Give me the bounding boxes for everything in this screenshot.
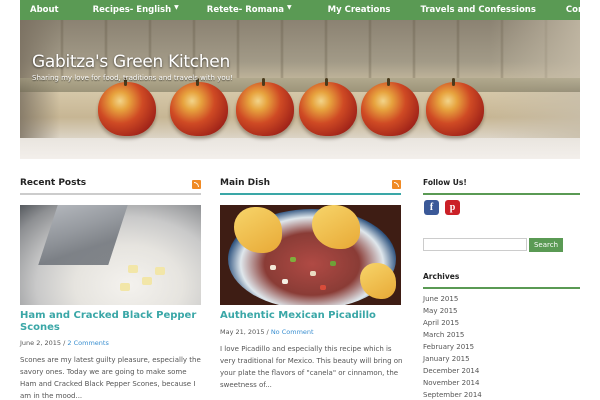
nav-label: Travels and Confessions xyxy=(420,5,536,15)
recent-posts-heading: Recent Posts xyxy=(20,178,87,188)
post-title-link[interactable]: Authentic Mexican Picadillo xyxy=(220,310,401,322)
site-tagline: Sharing my love for food, traditions and… xyxy=(32,74,233,82)
apple-image xyxy=(299,78,357,136)
apple-image xyxy=(98,78,156,136)
archive-link[interactable]: January 2015 xyxy=(423,355,470,363)
rss-icon[interactable] xyxy=(392,180,401,189)
nav-item-travels[interactable]: Travels and Confessions xyxy=(410,0,545,20)
comments-link[interactable]: No Comment xyxy=(271,328,314,336)
divider xyxy=(423,193,580,195)
pinterest-icon[interactable]: p xyxy=(445,200,460,215)
archive-link[interactable]: December 2014 xyxy=(423,367,479,375)
comments-link[interactable]: 2 Comments xyxy=(67,339,108,347)
post-title-link[interactable]: Ham and Cracked Black Pepper Scones xyxy=(20,310,201,334)
archives-heading: Archives xyxy=(423,272,460,281)
archive-link[interactable]: February 2015 xyxy=(423,343,474,351)
search-input[interactable] xyxy=(423,238,527,251)
food-bit xyxy=(290,257,296,262)
archive-link[interactable]: June 2015 xyxy=(423,295,458,303)
post-meta: May 21, 2015 / No Comment xyxy=(220,328,314,336)
follow-heading: Follow Us! xyxy=(423,178,467,187)
food-bit xyxy=(310,271,316,276)
post-date: June 2, 2015 xyxy=(20,339,62,347)
rss-icon[interactable] xyxy=(192,180,201,189)
post-meta: June 2, 2015 / 2 Comments xyxy=(20,339,109,347)
archive-link[interactable]: April 2015 xyxy=(423,319,459,327)
nav-item-my-creations[interactable]: My Creations xyxy=(318,0,401,20)
site-title[interactable]: Gabitza's Green Kitchen xyxy=(32,52,230,72)
apple-image xyxy=(426,78,484,136)
nav-label: Retete- Romana xyxy=(206,5,285,15)
post-excerpt: Scones are my latest guilty pleasure, es… xyxy=(20,356,201,400)
butter-cube xyxy=(128,265,138,273)
nav-label: My Creations xyxy=(327,5,391,15)
archive-link[interactable]: May 2015 xyxy=(423,307,458,315)
pastry-cutter xyxy=(38,205,128,265)
food-bit xyxy=(282,279,288,284)
post-excerpt: I love Picadillo and especially this rec… xyxy=(220,345,403,389)
apple-image xyxy=(236,78,294,136)
food-bit xyxy=(270,265,276,270)
butter-cube xyxy=(155,267,165,275)
apple-image xyxy=(361,78,419,136)
meta-separator: / xyxy=(266,328,269,336)
main-nav: About Recipes- English ▼ Retete- Romana ▼ … xyxy=(20,0,600,20)
nav-item-about[interactable]: About xyxy=(20,0,69,20)
header-banner[interactable]: Gabitza's Green Kitchen Sharing my love … xyxy=(20,20,580,159)
divider xyxy=(20,193,201,195)
meta-separator: / xyxy=(63,339,66,347)
post-thumbnail[interactable] xyxy=(220,205,401,305)
post-date: May 21, 2015 xyxy=(220,328,265,336)
nav-item-contact[interactable]: Contact xyxy=(556,0,600,20)
nav-label: About xyxy=(30,5,59,15)
main-dish-heading: Main Dish xyxy=(220,178,270,188)
apple-image xyxy=(170,78,228,136)
food-bit xyxy=(330,261,336,266)
butter-cube xyxy=(120,283,130,291)
divider xyxy=(220,193,401,195)
nav-label: Recipes- English xyxy=(92,5,172,15)
facebook-icon[interactable]: f xyxy=(424,200,439,215)
food-bit xyxy=(320,285,326,290)
archive-link[interactable]: November 2014 xyxy=(423,379,479,387)
butter-cube xyxy=(142,277,152,285)
post-thumbnail[interactable] xyxy=(20,205,201,305)
nav-label: Contact xyxy=(565,5,600,15)
nav-item-recipes-english[interactable]: Recipes- English ▼ xyxy=(83,0,189,20)
search-button[interactable]: Search xyxy=(529,238,563,252)
divider xyxy=(423,287,580,289)
archive-link[interactable]: March 2015 xyxy=(423,331,464,339)
banner-shelf xyxy=(20,138,580,159)
chevron-down-icon: ▼ xyxy=(287,3,292,11)
chevron-down-icon: ▼ xyxy=(174,3,179,11)
nav-item-retete-romana[interactable]: Retete- Romana ▼ xyxy=(197,0,302,20)
archive-link[interactable]: September 2014 xyxy=(423,391,482,399)
